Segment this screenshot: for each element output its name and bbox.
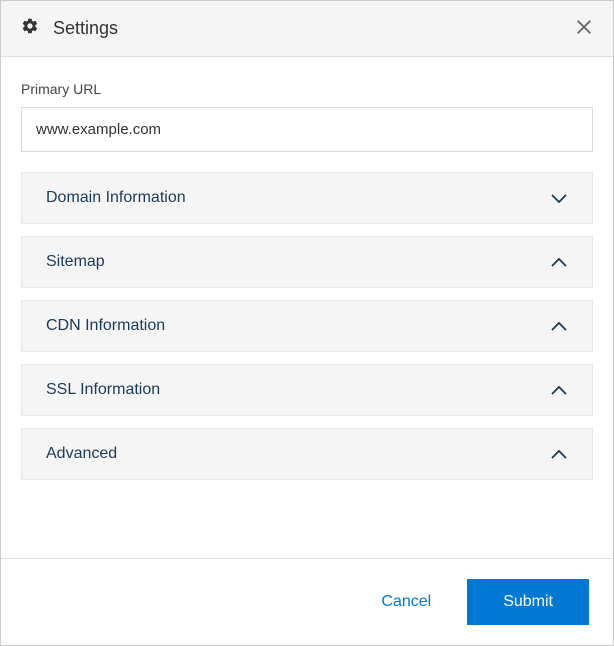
primary-url-input[interactable] (21, 107, 593, 152)
submit-button[interactable]: Submit (467, 579, 589, 625)
dialog-body: Primary URL Domain Information Sitemap C… (1, 57, 613, 558)
close-icon (575, 18, 593, 39)
accordion-item-ssl-information[interactable]: SSL Information (21, 364, 593, 416)
dialog-header-left: Settings (21, 17, 118, 40)
accordion-label: Sitemap (46, 253, 105, 271)
accordion-item-cdn-information[interactable]: CDN Information (21, 300, 593, 352)
chevron-up-icon (550, 321, 568, 331)
primary-url-field: Primary URL (21, 81, 593, 152)
chevron-up-icon (550, 385, 568, 395)
settings-dialog: Settings Primary URL Domain Information … (0, 0, 614, 646)
dialog-title: Settings (53, 18, 118, 39)
accordion-label: SSL Information (46, 381, 160, 399)
cancel-button[interactable]: Cancel (365, 583, 447, 621)
accordion-item-sitemap[interactable]: Sitemap (21, 236, 593, 288)
chevron-up-icon (550, 449, 568, 459)
accordion-label: Advanced (46, 445, 117, 463)
accordion-item-domain-information[interactable]: Domain Information (21, 172, 593, 224)
dialog-footer: Cancel Submit (1, 558, 613, 645)
accordion: Domain Information Sitemap CDN Informati… (21, 172, 593, 480)
accordion-label: CDN Information (46, 317, 165, 335)
chevron-down-icon (550, 193, 568, 203)
dialog-header: Settings (1, 1, 613, 57)
accordion-label: Domain Information (46, 189, 186, 207)
close-button[interactable] (575, 18, 593, 39)
primary-url-label: Primary URL (21, 81, 593, 97)
gear-icon (21, 17, 39, 40)
chevron-up-icon (550, 257, 568, 267)
accordion-item-advanced[interactable]: Advanced (21, 428, 593, 480)
